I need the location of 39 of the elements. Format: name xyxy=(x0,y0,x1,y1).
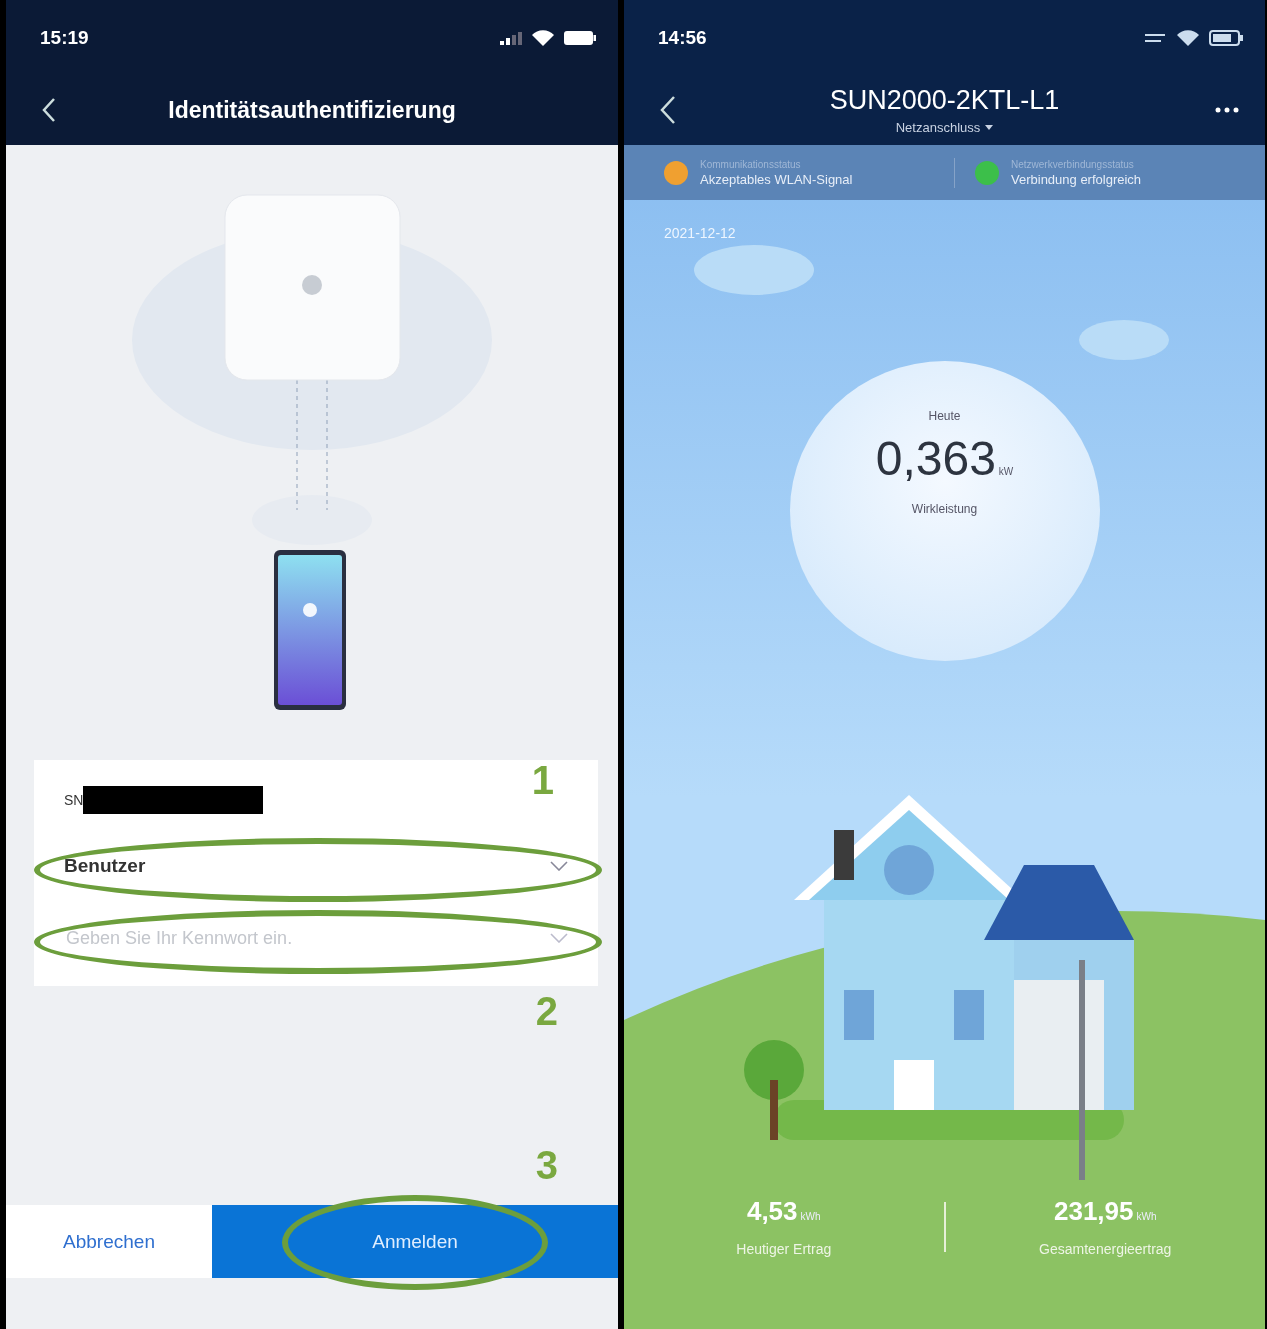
screen-title: Identitätsauthentifizierung xyxy=(168,96,456,124)
status-time: 15:19 xyxy=(40,26,89,49)
power-unit: kW xyxy=(998,466,1014,477)
user-dropdown[interactable]: Benutzer xyxy=(64,838,568,894)
chevron-down-icon xyxy=(550,933,568,943)
more-icon[interactable] xyxy=(1215,107,1239,113)
stat-unit: kWh xyxy=(800,1211,821,1222)
stat-value: 231,95 xyxy=(1054,1196,1134,1227)
chevron-down-icon xyxy=(550,861,568,871)
password-field[interactable]: Geben Sie Ihr Kennwort ein. xyxy=(64,915,550,961)
status-time: 14:56 xyxy=(658,26,707,49)
status-value: Akzeptables WLAN-Signal xyxy=(700,171,853,187)
annotation-number: 1 xyxy=(531,758,554,803)
status-value: Verbindung erfolgreich xyxy=(1011,171,1142,187)
stat-value: 4,53 xyxy=(746,1196,798,1227)
power-value: 0,363 xyxy=(875,431,996,486)
power-label: Wirkleistung xyxy=(911,502,978,516)
stat-label: Heutiger Ertrag xyxy=(736,1241,832,1257)
status-label: Kommunikationsstatus xyxy=(700,158,802,170)
back-icon[interactable] xyxy=(42,97,56,123)
battery-icon xyxy=(564,30,596,45)
annotation-number: 2 xyxy=(535,989,558,1034)
stat-unit: kWh xyxy=(1136,1211,1157,1222)
annotation-number: 3 xyxy=(535,1143,558,1188)
signal-icon xyxy=(500,30,522,45)
power-caption: Heute xyxy=(928,409,961,423)
wifi-icon xyxy=(1177,29,1199,46)
back-icon[interactable] xyxy=(660,95,676,125)
cancel-button[interactable]: Abbrechen xyxy=(6,1205,212,1278)
device-title: SUN2000-2KTL-L1 xyxy=(829,85,1060,116)
wifi-icon xyxy=(532,29,554,46)
date-label: 2021-12-12 xyxy=(664,225,736,241)
login-button[interactable]: Anmelden xyxy=(212,1205,618,1278)
status-label: Netzwerkverbindungsstatus xyxy=(1011,158,1135,170)
serial-label: SN xyxy=(64,792,84,808)
connection-subtitle[interactable]: Netzanschluss xyxy=(895,120,981,135)
battery-icon xyxy=(1209,29,1243,46)
stat-label: Gesamtenergieertrag xyxy=(1039,1241,1172,1257)
caret-down-icon xyxy=(985,125,994,130)
